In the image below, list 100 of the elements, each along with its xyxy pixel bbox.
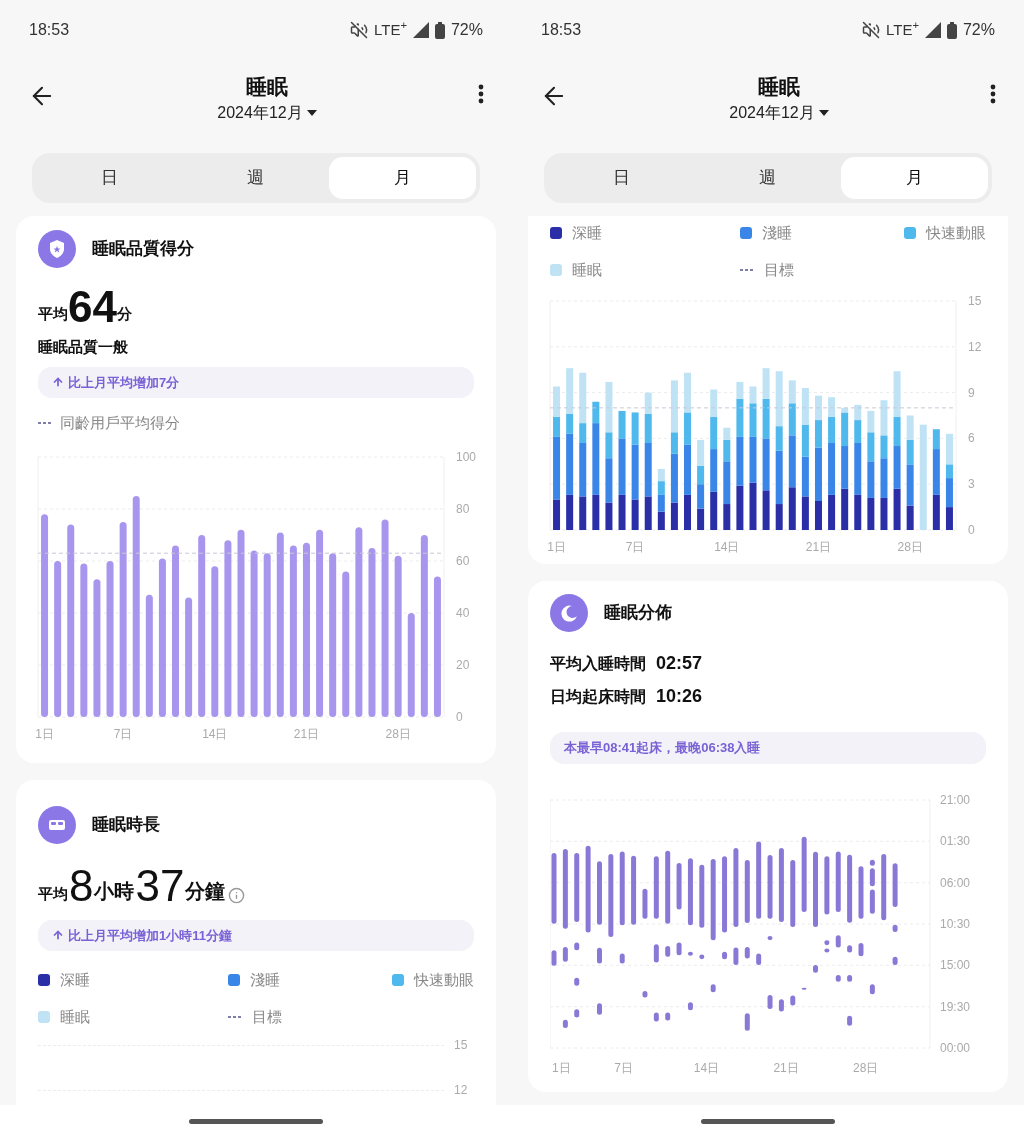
- quality-rating: 睡眠品質一般: [38, 337, 129, 357]
- page-title: 睡眠: [246, 74, 288, 100]
- y-tick-label: 0: [456, 709, 463, 724]
- y-tick-label: 01:30: [940, 833, 971, 848]
- legend-label: 同齡用戶平均得分: [60, 413, 180, 433]
- stat-label: 日均起床時間: [550, 686, 646, 707]
- average-label: 平均: [38, 884, 68, 904]
- stat-value: 10:26: [656, 685, 703, 708]
- x-tick-label: 21日: [293, 726, 320, 741]
- y-tick-label: 80: [456, 501, 470, 516]
- period-tab[interactable]: 月: [841, 157, 988, 199]
- up-arrow-icon: [52, 376, 64, 389]
- period-tab[interactable]: 週: [182, 157, 330, 199]
- score-unit: 分: [116, 304, 132, 324]
- up-arrow-icon: [52, 929, 64, 942]
- average-label: 平均: [38, 303, 68, 324]
- y-tick-label: 19:30: [940, 999, 971, 1014]
- y-tick-label: 9: [968, 385, 975, 400]
- card-title: 睡眠時長: [92, 813, 160, 836]
- extremes-note: 本最早08:41起床，最晚06:38入睡: [550, 732, 986, 764]
- card-title: 睡眠品質得分: [92, 238, 194, 261]
- y-tick-label: 6: [968, 431, 975, 446]
- period-tab[interactable]: 月: [329, 157, 476, 199]
- legend-label: 深睡: [572, 223, 602, 243]
- legend-label: 睡眠: [60, 1006, 90, 1027]
- page-title: 睡眠: [758, 74, 800, 100]
- network-label: LTE$^{+}$: [374, 18, 407, 40]
- y-tick-label: 20: [456, 657, 470, 672]
- x-tick-label: 1日: [552, 1060, 571, 1075]
- y-tick-label: 15:00: [940, 957, 971, 972]
- y-tick-label: 12: [454, 1082, 468, 1099]
- legend-label: 深睡: [60, 970, 90, 990]
- stat-label: 平均入睡時間: [550, 653, 646, 674]
- battery-icon: [434, 21, 445, 39]
- y-tick-label: 40: [456, 605, 470, 620]
- comparison-note: 比上月平均增加7分: [38, 366, 474, 398]
- dropdown-icon: [306, 110, 317, 116]
- duration-unit: 小時: [94, 879, 135, 904]
- x-tick-label: 28日: [385, 726, 411, 741]
- x-tick-label: 14日: [202, 726, 228, 741]
- y-tick-label: 21:00: [940, 792, 971, 807]
- shield-icon: [38, 230, 76, 268]
- bed-icon: [38, 805, 76, 844]
- average-score: 64: [68, 282, 117, 332]
- duration-unit: 分鐘: [185, 878, 226, 904]
- period-tab[interactable]: 日: [36, 157, 183, 199]
- period-tab[interactable]: 日: [548, 157, 695, 199]
- status-time: 18:53: [29, 20, 70, 40]
- battery-level: 72%: [962, 20, 995, 40]
- y-tick-label: 06:00: [940, 875, 971, 890]
- legend-label: 目標: [764, 259, 794, 280]
- legend-label: 淺睡: [250, 970, 280, 990]
- mute-icon: [862, 21, 880, 39]
- month-selector[interactable]: 2024年12月: [217, 102, 317, 124]
- x-tick-label: 7日: [614, 1060, 633, 1075]
- x-tick-label: 14日: [714, 540, 740, 554]
- battery-icon: [946, 21, 957, 39]
- x-tick-label: 28日: [897, 540, 923, 554]
- moon-icon: [550, 594, 588, 632]
- x-tick-label: 1日: [547, 540, 566, 554]
- more-button[interactable]: [478, 84, 484, 104]
- battery-level: 72%: [450, 20, 483, 40]
- x-tick-label: 7日: [113, 726, 133, 741]
- y-tick-label: 100: [456, 449, 477, 464]
- network-label: LTE$^{+}$: [886, 18, 919, 40]
- y-tick-label: 00:00: [940, 1040, 971, 1055]
- status-time: 18:53: [541, 20, 582, 40]
- y-tick-label: 10:30: [940, 916, 971, 931]
- legend-label: 淺睡: [762, 223, 792, 243]
- x-tick-label: 28日: [853, 1060, 879, 1075]
- month-selector[interactable]: 2024年12月: [729, 102, 829, 124]
- legend-label: 快速動眼: [926, 223, 986, 243]
- x-tick-label: 14日: [693, 1060, 720, 1075]
- x-tick-label: 1日: [35, 726, 54, 741]
- legend-dash-line: [740, 268, 754, 271]
- dropdown-icon: [818, 110, 829, 116]
- y-tick-label: 15: [454, 1037, 468, 1054]
- y-tick-label: 0: [968, 523, 975, 537]
- period-tab[interactable]: 週: [694, 157, 842, 199]
- duration-number: 8: [69, 861, 94, 910]
- more-icon: [990, 84, 996, 104]
- x-tick-label: 7日: [625, 540, 645, 554]
- legend-dash-line: [38, 422, 52, 425]
- duration-number: 37: [135, 861, 185, 910]
- y-tick-label: 3: [968, 477, 975, 492]
- mute-icon: [350, 21, 368, 39]
- legend-label: 目標: [252, 1006, 282, 1027]
- x-tick-label: 21日: [773, 1060, 799, 1075]
- card-title: 睡眠分佈: [604, 602, 672, 625]
- signal-icon: [924, 22, 941, 38]
- y-tick-label: 15: [968, 294, 982, 308]
- stat-value: 02:57: [656, 652, 703, 675]
- comparison-note: 比上月平均增加1小時11分鐘: [38, 919, 474, 951]
- more-icon: [478, 84, 484, 104]
- info-icon[interactable]: [228, 886, 246, 904]
- more-button[interactable]: [990, 84, 996, 104]
- y-tick-label: 12: [968, 339, 982, 354]
- legend-label: 快速動眼: [414, 970, 474, 990]
- signal-icon: [412, 22, 429, 38]
- legend-label: 睡眠: [572, 259, 602, 280]
